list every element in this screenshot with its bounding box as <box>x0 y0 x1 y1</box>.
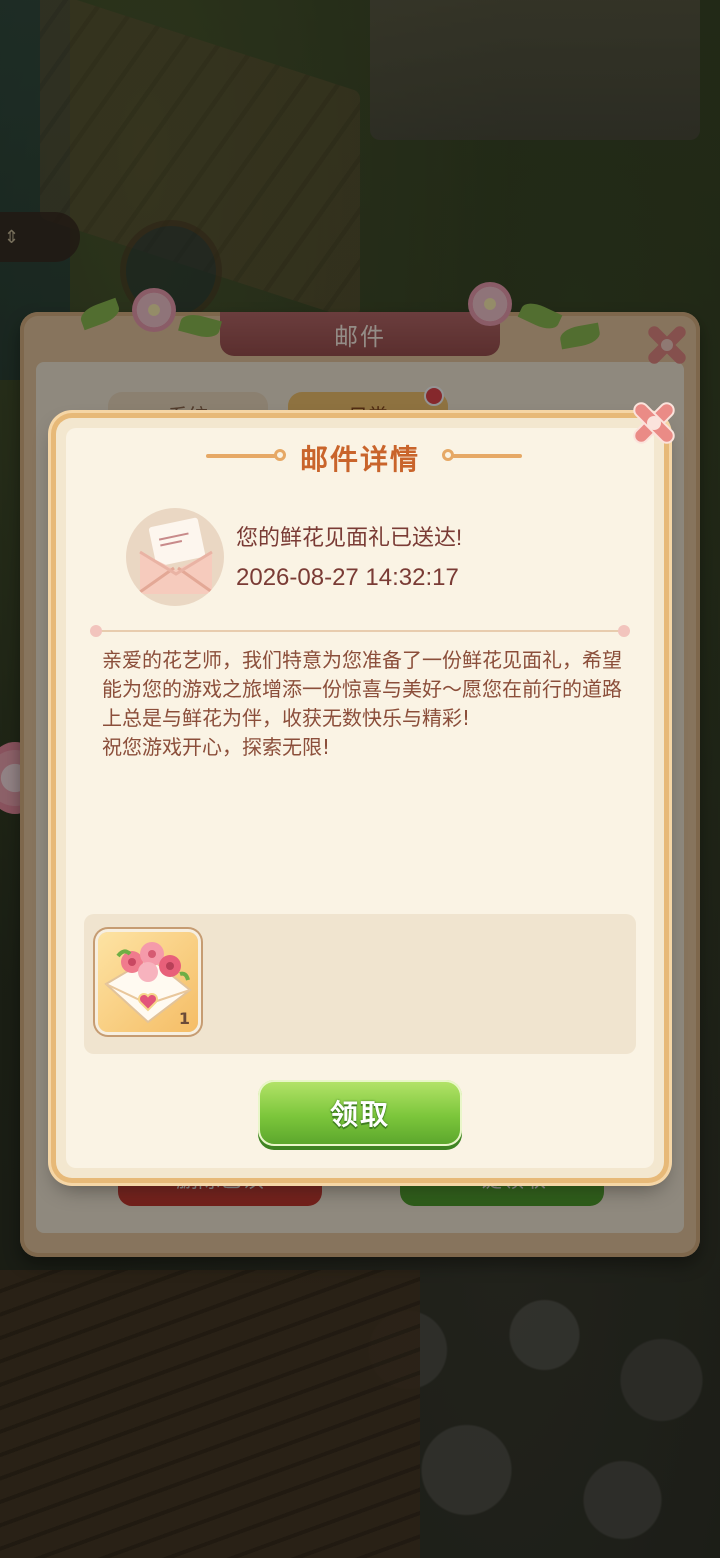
content-divider <box>90 625 630 637</box>
claim-button[interactable]: 领取 <box>258 1080 462 1146</box>
dialog-title: 邮件详情 <box>299 443 420 476</box>
mail-timestamp: 2026-08-27 14:32:17 <box>236 564 459 591</box>
reward-count: 1 <box>178 1009 190 1028</box>
title-ornament-right <box>442 449 522 461</box>
mail-body-paragraph: 祝您游戏开心，探索无限! <box>102 735 331 759</box>
mail-subject: 您的鲜花见面礼已送达! <box>236 525 463 550</box>
mail-body: 亲爱的花艺师，我们特意为您准备了一份鲜花见面礼，希望能为您的游戏之旅增添一份惊喜… <box>102 646 622 762</box>
mail-envelope-icon <box>126 508 224 606</box>
reward-item[interactable]: 1 <box>98 932 198 1032</box>
mail-body-paragraph: 亲爱的花艺师，我们特意为您准备了一份鲜花见面礼，希望能为您的游戏之旅增添一份惊喜… <box>102 648 622 730</box>
reward-area: 1 <box>84 914 636 1054</box>
close-icon[interactable] <box>626 395 682 451</box>
mail-detail-dialog: 邮件详情 您的鲜花见面礼已送达! 2026-08-27 14:32:17 亲爱的… <box>56 418 664 1178</box>
